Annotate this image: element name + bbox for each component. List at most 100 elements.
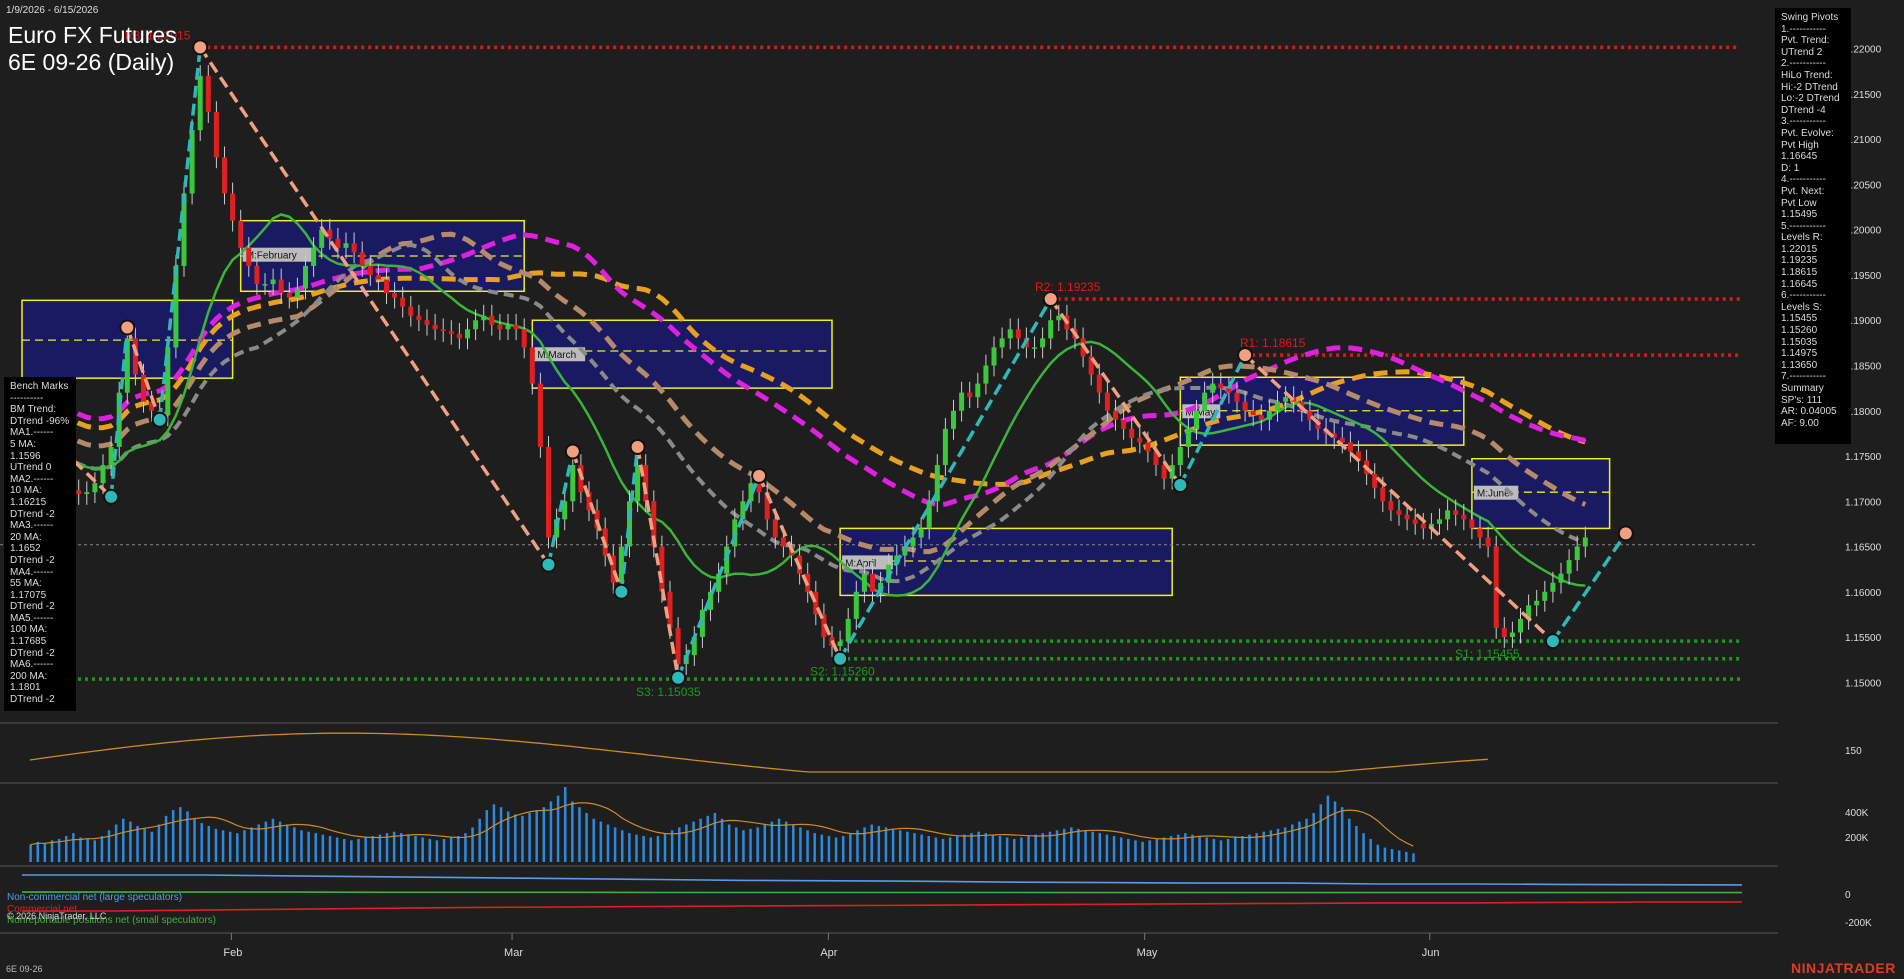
volume-bar xyxy=(65,836,68,862)
candle-body xyxy=(1469,519,1475,529)
volume-bar xyxy=(685,824,688,862)
volume-bar xyxy=(870,824,873,862)
volume-bar xyxy=(414,836,417,862)
volume-bar xyxy=(578,807,581,862)
bench-line: DTrend -2 xyxy=(10,647,55,659)
volume-bar xyxy=(913,833,916,862)
volume-bar xyxy=(792,824,795,862)
candle-body xyxy=(197,75,203,131)
volume-bar xyxy=(1112,836,1116,862)
candle-body xyxy=(173,265,179,348)
pivot-high-marker xyxy=(751,467,768,484)
month-label: M:April xyxy=(845,558,876,569)
cot-tick-label: 0 xyxy=(1845,890,1851,901)
pivot-high-marker xyxy=(564,443,581,460)
volume-bar xyxy=(1397,850,1401,862)
candle-body xyxy=(635,465,641,502)
price-tick-label: 1.15500 xyxy=(1845,633,1882,644)
volume-bar xyxy=(514,814,517,862)
volume-bar xyxy=(1041,833,1045,862)
bench-line: ---------- xyxy=(10,392,44,404)
bench-line: Bench Marks xyxy=(10,381,69,392)
volume-bar xyxy=(891,828,895,862)
candle-body xyxy=(481,315,487,321)
candle-body xyxy=(448,331,454,334)
pivot-line: UTrend 2 xyxy=(1781,46,1823,58)
oscillator-tick-label: 150 xyxy=(1845,746,1862,757)
volume-bar xyxy=(1405,851,1408,862)
candle-body xyxy=(278,279,284,294)
volume-bar xyxy=(1084,830,1087,862)
candle-body xyxy=(343,243,349,248)
volume-bar xyxy=(948,837,952,862)
volume-bar xyxy=(1355,825,1358,862)
swing-down-leg xyxy=(757,475,842,660)
pivot-low-marker xyxy=(613,583,630,600)
volume-bar xyxy=(36,841,39,862)
candle-body xyxy=(286,293,292,298)
oscillator-line xyxy=(29,732,1488,773)
pivot-line: 1.15455 xyxy=(1781,313,1818,325)
volume-bar xyxy=(278,821,282,862)
volume-bar xyxy=(243,830,246,862)
candle-body xyxy=(1493,546,1499,628)
volume-bar xyxy=(1390,849,1394,862)
candle-body xyxy=(991,347,997,366)
month-label: M:February xyxy=(246,251,297,262)
bench-line: DTrend -2 xyxy=(10,554,55,566)
candle-body xyxy=(424,320,430,325)
volume-bar xyxy=(400,833,403,862)
volume-bar xyxy=(1198,836,1201,862)
footer-symbol: 6E 09-26 xyxy=(6,964,43,974)
candle-body xyxy=(465,329,470,339)
volume-bar xyxy=(970,833,973,862)
volume-bar xyxy=(735,827,738,862)
candle-body xyxy=(1396,510,1402,515)
price-tick-label: 1.16500 xyxy=(1845,543,1882,554)
volume-bar xyxy=(542,807,546,862)
candle-body xyxy=(675,627,681,665)
candle-body xyxy=(440,329,446,332)
volume-bar xyxy=(236,833,239,862)
price-chart[interactable]: 1.220001.215001.210001.205001.200001.195… xyxy=(0,0,1904,979)
volume-bar xyxy=(471,827,474,862)
candle-body xyxy=(359,252,365,266)
volume-bar xyxy=(50,840,54,862)
chart-title: Euro FX Futures 6E 09-26 (Daily) xyxy=(8,22,177,76)
volume-bar xyxy=(535,810,538,862)
volume-bar xyxy=(100,836,104,862)
candle-body xyxy=(1501,627,1507,638)
candle-body xyxy=(84,492,90,495)
candle-body xyxy=(1461,514,1467,520)
candle-body xyxy=(1347,442,1353,452)
volume-bar xyxy=(585,812,588,862)
candle-body xyxy=(311,247,317,266)
volume-bar xyxy=(763,824,767,862)
candle-body xyxy=(489,315,495,325)
volume-bar xyxy=(1020,837,1023,862)
swing-down-leg xyxy=(571,450,624,593)
candle-body xyxy=(1404,514,1410,520)
candle-body xyxy=(1032,347,1037,349)
bench-line: 1.1801 xyxy=(10,682,41,694)
bench-line: DTrend -2 xyxy=(10,508,55,520)
volume-bar xyxy=(663,833,667,862)
volume-bar xyxy=(1205,837,1208,862)
candle-body xyxy=(659,546,665,592)
candle-body xyxy=(505,324,511,330)
volume-bar xyxy=(378,834,382,862)
volume-tick-label: 400K xyxy=(1845,808,1869,819)
volume-bar xyxy=(93,840,97,862)
volume-bar xyxy=(756,827,759,862)
candle-body xyxy=(1185,428,1191,447)
volume-bar xyxy=(563,787,567,862)
volume-bar xyxy=(656,836,660,862)
volume-bar xyxy=(927,836,930,862)
volume-bar xyxy=(1134,840,1137,862)
volume-bar xyxy=(720,818,724,862)
volume-bar xyxy=(1013,838,1016,862)
volume-bar xyxy=(357,838,360,862)
volume-bar xyxy=(920,834,923,862)
candle-body xyxy=(1113,410,1118,420)
candle-body xyxy=(294,288,300,298)
